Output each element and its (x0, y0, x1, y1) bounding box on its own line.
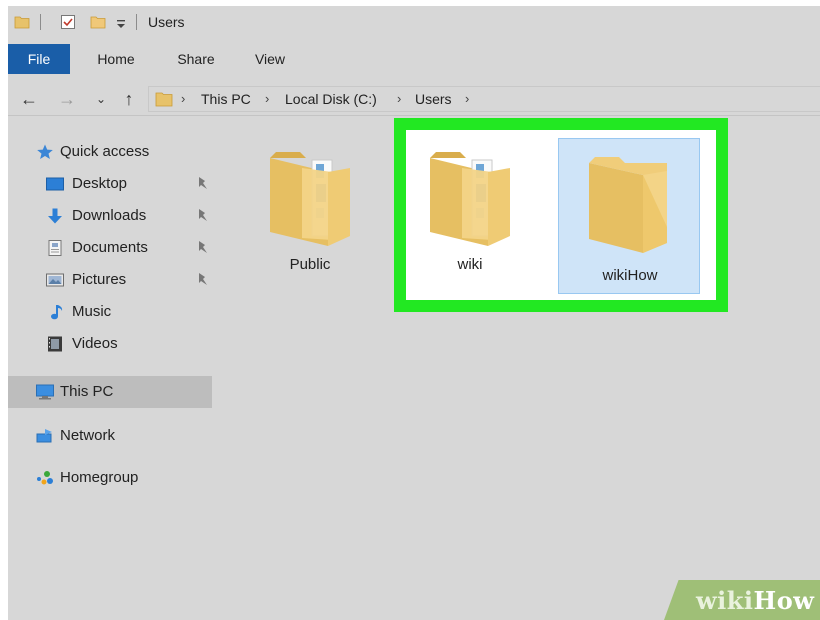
nav-label: Downloads (72, 207, 147, 224)
nav-label: This PC (60, 383, 114, 400)
ribbon-tabs: File Home Share View (8, 44, 820, 74)
folder-with-files-icon (270, 152, 350, 246)
nav-label: Homegroup (60, 469, 139, 486)
homegroup-icon (37, 471, 53, 485)
pin-icon[interactable] (196, 176, 208, 190)
nav-label: Quick access (60, 143, 150, 160)
nav-homegroup[interactable]: Homegroup (8, 464, 212, 492)
window-title: Users (148, 14, 185, 30)
address-row: ← → ⌄ ↑ › This PC › Local Disk (C:) › Us… (8, 82, 820, 116)
video-icon (48, 336, 62, 352)
folder-label: Public (289, 256, 331, 273)
breadcrumb-separator-icon: › (465, 91, 470, 106)
tab-home[interactable]: Home (84, 44, 148, 74)
watermark-part2: How (753, 586, 815, 615)
tab-share[interactable]: Share (164, 44, 228, 74)
download-arrow-icon (48, 208, 62, 224)
nav-this-pc[interactable]: This PC (8, 376, 212, 408)
address-bar[interactable]: › This PC › Local Disk (C:) › Users › (148, 86, 820, 112)
pin-icon[interactable] (196, 240, 208, 254)
recent-locations-chevron-icon[interactable]: ⌄ (90, 88, 112, 110)
breadcrumb-separator-icon: › (265, 91, 270, 106)
document-icon (48, 240, 62, 256)
folder-item-public[interactable]: Public (258, 126, 362, 282)
back-arrow-icon[interactable]: ← (18, 88, 40, 110)
nav-label: Documents (72, 239, 148, 256)
watermark-part1: wiki (696, 586, 754, 615)
folder-item-wiki[interactable]: wiki (418, 126, 522, 282)
desktop-icon (46, 177, 64, 191)
nav-desktop[interactable]: Desktop (8, 170, 212, 198)
breadcrumb-this-pc[interactable]: This PC (201, 91, 251, 107)
toolbar-separator (136, 14, 137, 30)
content-pane: Public wiki wikiHow (212, 118, 820, 620)
tab-view[interactable]: View (244, 44, 296, 74)
customize-toolbar-dropdown-icon[interactable] (116, 18, 126, 30)
nav-label: Videos (72, 335, 118, 352)
nav-documents[interactable]: Documents (8, 234, 212, 262)
computer-icon (36, 384, 54, 400)
forward-arrow-icon[interactable]: → (56, 88, 78, 110)
star-icon (37, 144, 53, 159)
nav-network[interactable]: Network (8, 422, 212, 450)
nav-music[interactable]: Music (8, 298, 212, 326)
properties-icon[interactable] (60, 14, 76, 30)
up-arrow-icon[interactable]: ↑ (118, 88, 140, 110)
picture-icon (46, 273, 64, 287)
file-explorer-window: Users File Home Share View ← → ⌄ ↑ › Thi… (8, 6, 820, 620)
folder-label: wiki (457, 256, 483, 273)
nav-pictures[interactable]: Pictures (8, 266, 212, 294)
nav-downloads[interactable]: Downloads (8, 202, 212, 230)
nav-videos[interactable]: Videos (8, 330, 212, 358)
nav-label: Pictures (72, 271, 127, 288)
new-folder-icon[interactable] (90, 14, 106, 30)
navigation-pane: Quick access Desktop Downloads Documents… (8, 134, 212, 620)
folder-icon (589, 157, 667, 253)
nav-label: Desktop (72, 175, 128, 192)
tab-file[interactable]: File (8, 44, 70, 74)
music-note-icon (51, 305, 63, 320)
pin-icon[interactable] (196, 208, 208, 222)
folder-icon[interactable] (14, 14, 30, 30)
toolbar-separator (40, 14, 41, 30)
nav-label: Network (60, 427, 116, 444)
breadcrumb-separator-icon: › (181, 91, 186, 106)
network-icon (36, 429, 52, 443)
title-bar: Users (8, 6, 820, 42)
folder-icon (155, 92, 173, 107)
nav-quick-access[interactable]: Quick access (8, 138, 212, 166)
nav-label: Music (72, 303, 112, 320)
watermark-logo: wikiHow (696, 586, 814, 615)
breadcrumb-separator-icon: › (397, 91, 402, 106)
breadcrumb-local-disk[interactable]: Local Disk (C:) (285, 91, 377, 107)
breadcrumb-users[interactable]: Users (415, 91, 452, 107)
pin-icon[interactable] (196, 272, 208, 286)
folder-item-wikihow[interactable]: wikiHow (558, 138, 700, 294)
folder-with-files-icon (430, 152, 510, 246)
folder-label: wikiHow (602, 267, 658, 284)
